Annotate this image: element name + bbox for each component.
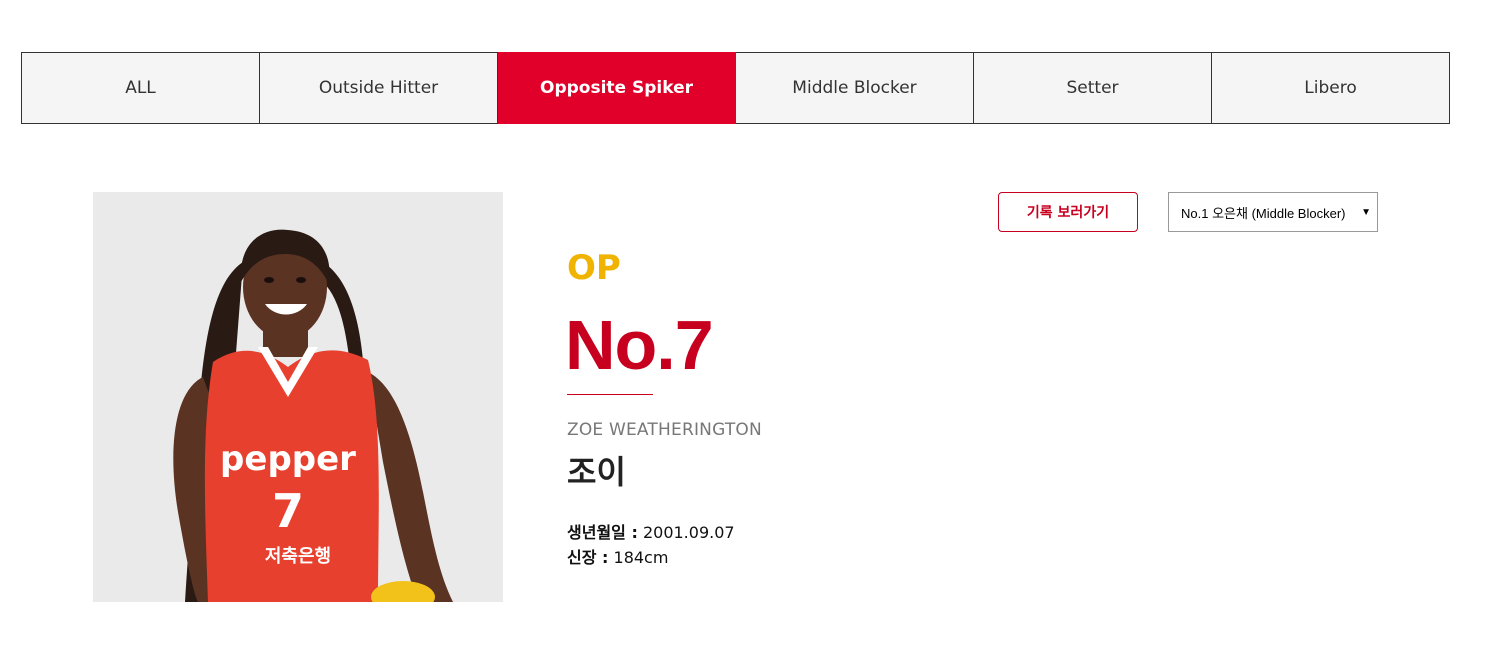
player-select-value: No.1 오은채 (Middle Blocker) xyxy=(1181,205,1346,221)
player-illustration: pepper 7 저축은행 xyxy=(173,229,453,602)
position-tabs: ALL Outside Hitter Opposite Spiker Middl… xyxy=(21,52,1450,124)
player-select[interactable]: No.1 오은채 (Middle Blocker) ▼ xyxy=(1168,192,1378,232)
jersey-brand-text: pepper xyxy=(220,439,356,479)
position-code: OP xyxy=(567,248,621,288)
view-records-button[interactable]: 기록 보러가기 xyxy=(998,192,1138,232)
chevron-down-icon: ▼ xyxy=(1361,206,1371,218)
player-number: No.7 xyxy=(565,306,714,384)
birth-value: 2001.09.07 xyxy=(642,523,735,542)
tab-opposite-spiker[interactable]: Opposite Spiker xyxy=(498,52,736,124)
tab-outside-hitter[interactable]: Outside Hitter xyxy=(260,52,498,124)
player-meta: 생년월일 : 2001.09.07 신장 : 184cm xyxy=(567,520,735,570)
tab-middle-blocker[interactable]: Middle Blocker xyxy=(736,52,974,124)
height-row: 신장 : 184cm xyxy=(567,545,735,570)
tab-all[interactable]: ALL xyxy=(21,52,260,124)
tab-libero[interactable]: Libero xyxy=(1212,52,1450,124)
height-label: 신장 : xyxy=(567,548,609,567)
player-name-korean: 조이 xyxy=(567,453,626,491)
height-value: 184cm xyxy=(613,548,669,567)
tab-setter[interactable]: Setter xyxy=(974,52,1212,124)
birth-label: 생년월일 : xyxy=(567,523,638,542)
birth-row: 생년월일 : 2001.09.07 xyxy=(567,520,735,545)
jersey-number-text: 7 xyxy=(272,484,304,538)
jersey-sponsor-text: 저축은행 xyxy=(265,546,331,567)
divider xyxy=(567,394,653,395)
player-photo: pepper 7 저축은행 xyxy=(93,192,503,602)
player-name-english: ZOE WEATHERINGTON xyxy=(567,420,762,440)
